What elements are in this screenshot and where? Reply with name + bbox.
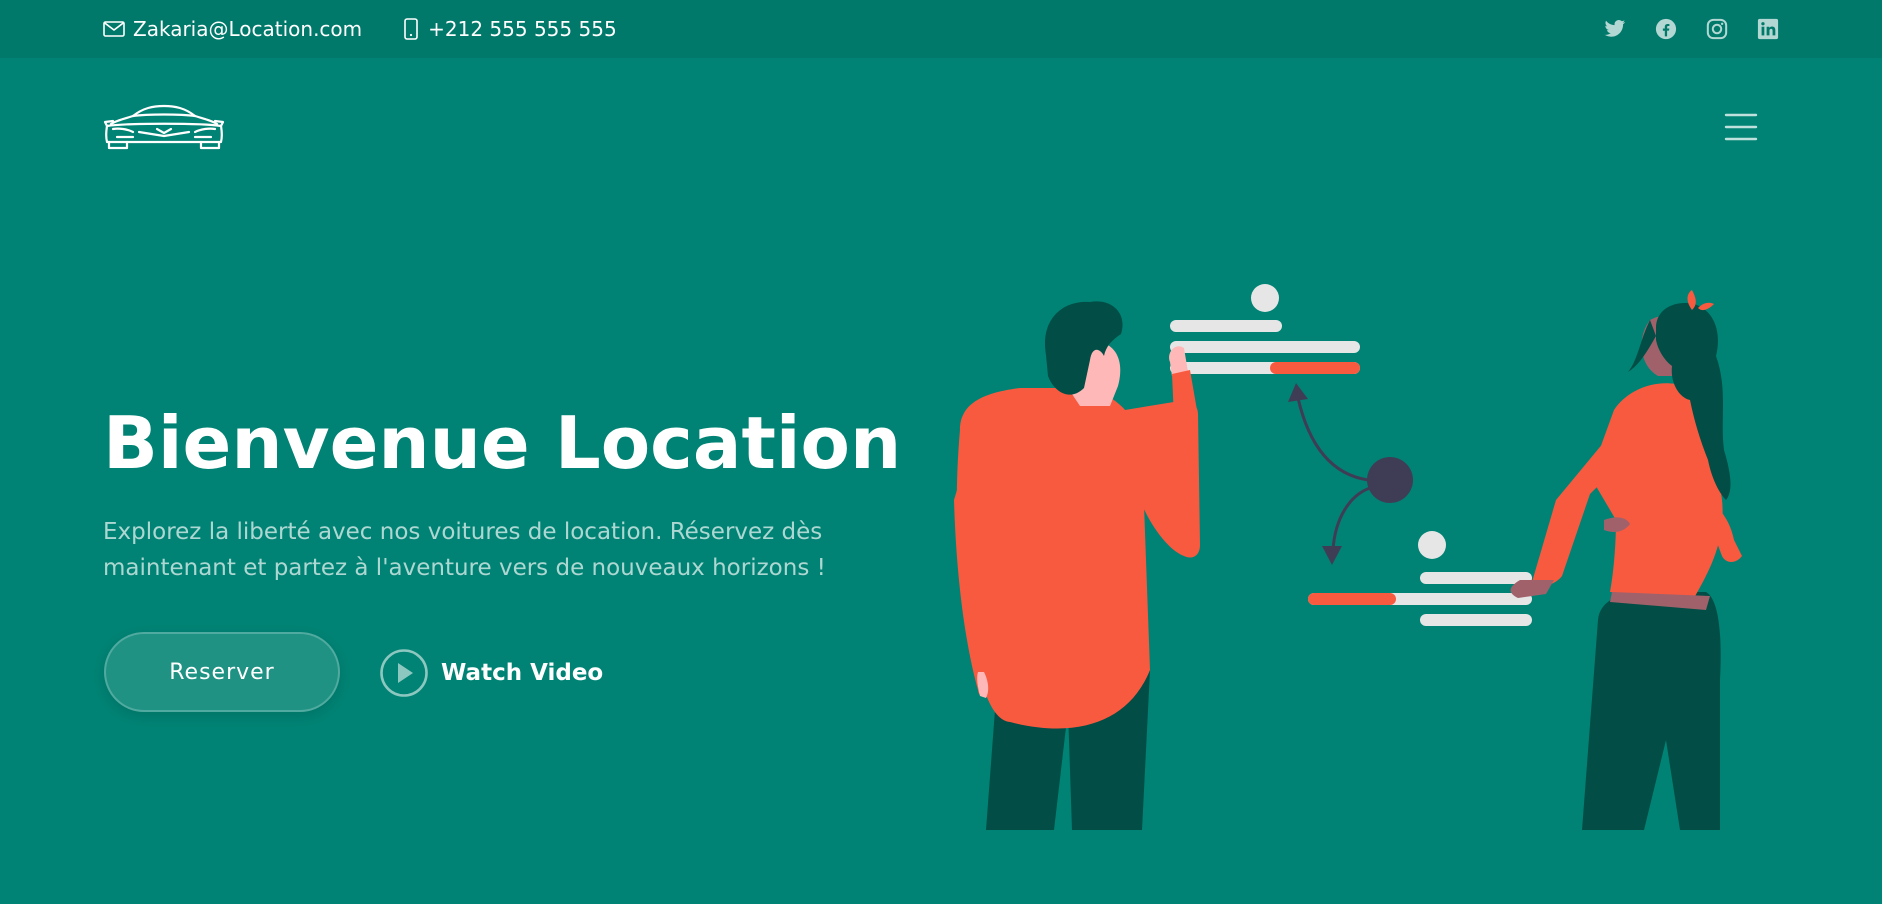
watch-video-label: Watch Video xyxy=(441,660,604,686)
bottom-info-card xyxy=(1308,531,1532,626)
instagram-icon[interactable] xyxy=(1705,17,1729,41)
contact-info: Zakaria@Location.com +212 555 555 555 xyxy=(103,0,657,58)
watch-video-button[interactable]: Watch Video xyxy=(379,648,603,698)
phone-text: +212 555 555 555 xyxy=(428,17,617,41)
reserve-button[interactable]: Reserver xyxy=(104,632,340,712)
social-links xyxy=(1576,0,1780,58)
man-figure xyxy=(954,301,1200,830)
hero-description: Explorez la liberté avec nos voitures de… xyxy=(103,519,826,581)
email-text: Zakaria@Location.com xyxy=(133,17,363,41)
envelope-icon xyxy=(103,21,125,37)
facebook-icon[interactable] xyxy=(1654,17,1678,41)
email-contact[interactable]: Zakaria@Location.com xyxy=(103,17,362,41)
hamburger-menu-icon[interactable] xyxy=(1724,112,1758,142)
top-bar: Zakaria@Location.com +212 555 555 555 xyxy=(0,0,1882,58)
top-info-card xyxy=(1170,284,1360,374)
swap-connector xyxy=(1288,383,1413,565)
car-logo-icon[interactable] xyxy=(103,104,225,150)
phone-contact[interactable]: +212 555 555 555 xyxy=(402,17,617,41)
twitter-icon[interactable] xyxy=(1603,17,1627,41)
woman-figure xyxy=(1510,290,1742,830)
hero-title: Bienvenue Location xyxy=(103,401,902,485)
linkedin-icon[interactable] xyxy=(1756,17,1780,41)
play-circle-icon xyxy=(380,649,428,697)
hero-illustration xyxy=(950,280,1790,840)
reserve-button-label: Reserver xyxy=(169,659,275,685)
phone-icon xyxy=(404,18,418,40)
